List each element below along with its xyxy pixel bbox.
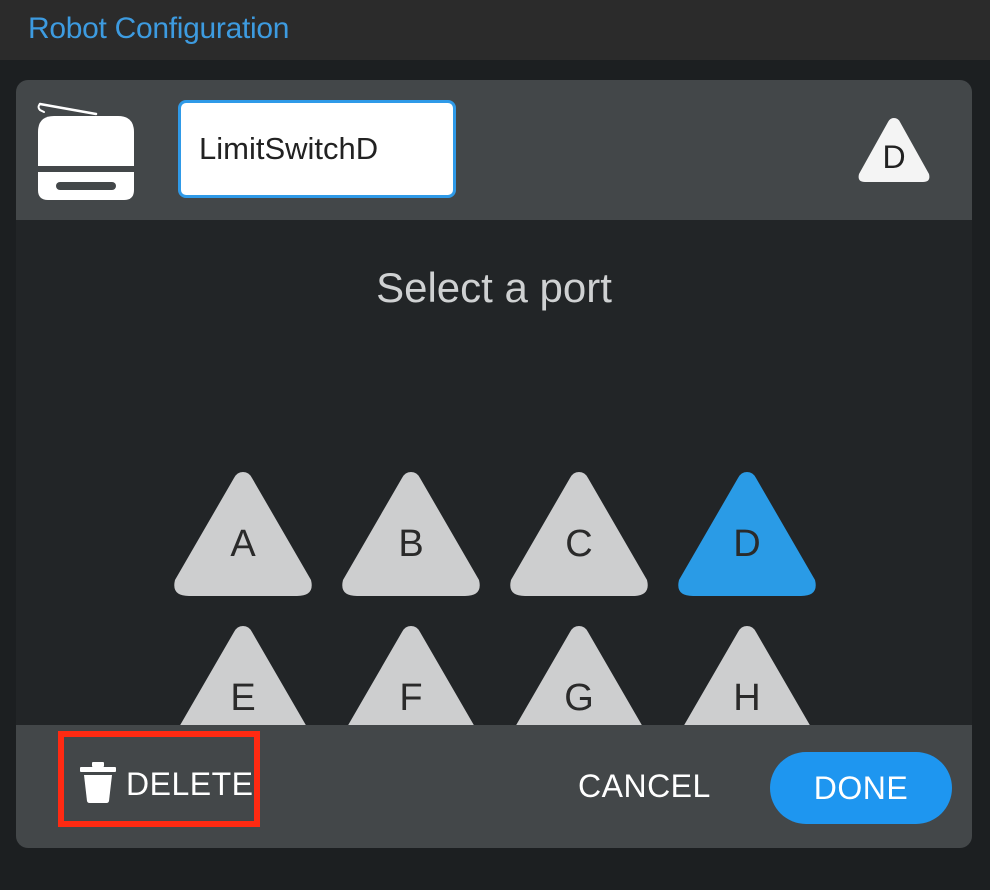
port-label-f: F <box>399 677 422 719</box>
port-button-a[interactable]: A <box>171 468 315 600</box>
port-config-dialog: D Select a port ABCDEFGH DELETE CANCEL D… <box>16 80 972 848</box>
dialog-body: Select a port ABCDEFGH <box>16 220 972 750</box>
port-label-h: H <box>733 677 760 719</box>
port-label-a: A <box>230 523 256 565</box>
cancel-button[interactable]: CANCEL <box>578 761 711 811</box>
port-label-c: C <box>565 523 592 565</box>
window-title: Robot Configuration <box>28 12 290 45</box>
port-label-d: D <box>733 523 760 565</box>
port-triangle-d: D <box>678 472 816 596</box>
port-button-d[interactable]: D <box>675 468 819 600</box>
port-triangle-c: C <box>510 472 648 596</box>
port-button-b[interactable]: B <box>339 468 483 600</box>
port-label-e: E <box>230 677 255 719</box>
port-triangle-a: A <box>174 472 312 596</box>
port-label-b: B <box>398 523 423 565</box>
port-label-g: G <box>564 677 594 719</box>
trash-icon <box>78 760 118 809</box>
device-name-input[interactable] <box>178 100 456 198</box>
limit-switch-device-icon <box>36 98 136 203</box>
title-bar: Robot Configuration <box>0 0 990 60</box>
port-triangle-b: B <box>342 472 480 596</box>
done-button[interactable]: DONE <box>770 752 952 824</box>
selected-port-badge: D <box>855 114 933 186</box>
selected-port-badge-label: D <box>882 139 905 175</box>
port-grid: A B C D E F G H <box>16 220 972 750</box>
port-button-c[interactable]: C <box>507 468 651 600</box>
delete-button-label: DELETE <box>126 765 254 802</box>
dialog-header: D <box>16 80 972 220</box>
delete-button[interactable]: DELETE <box>78 759 253 809</box>
dialog-footer: DELETE CANCEL DONE <box>16 725 972 848</box>
